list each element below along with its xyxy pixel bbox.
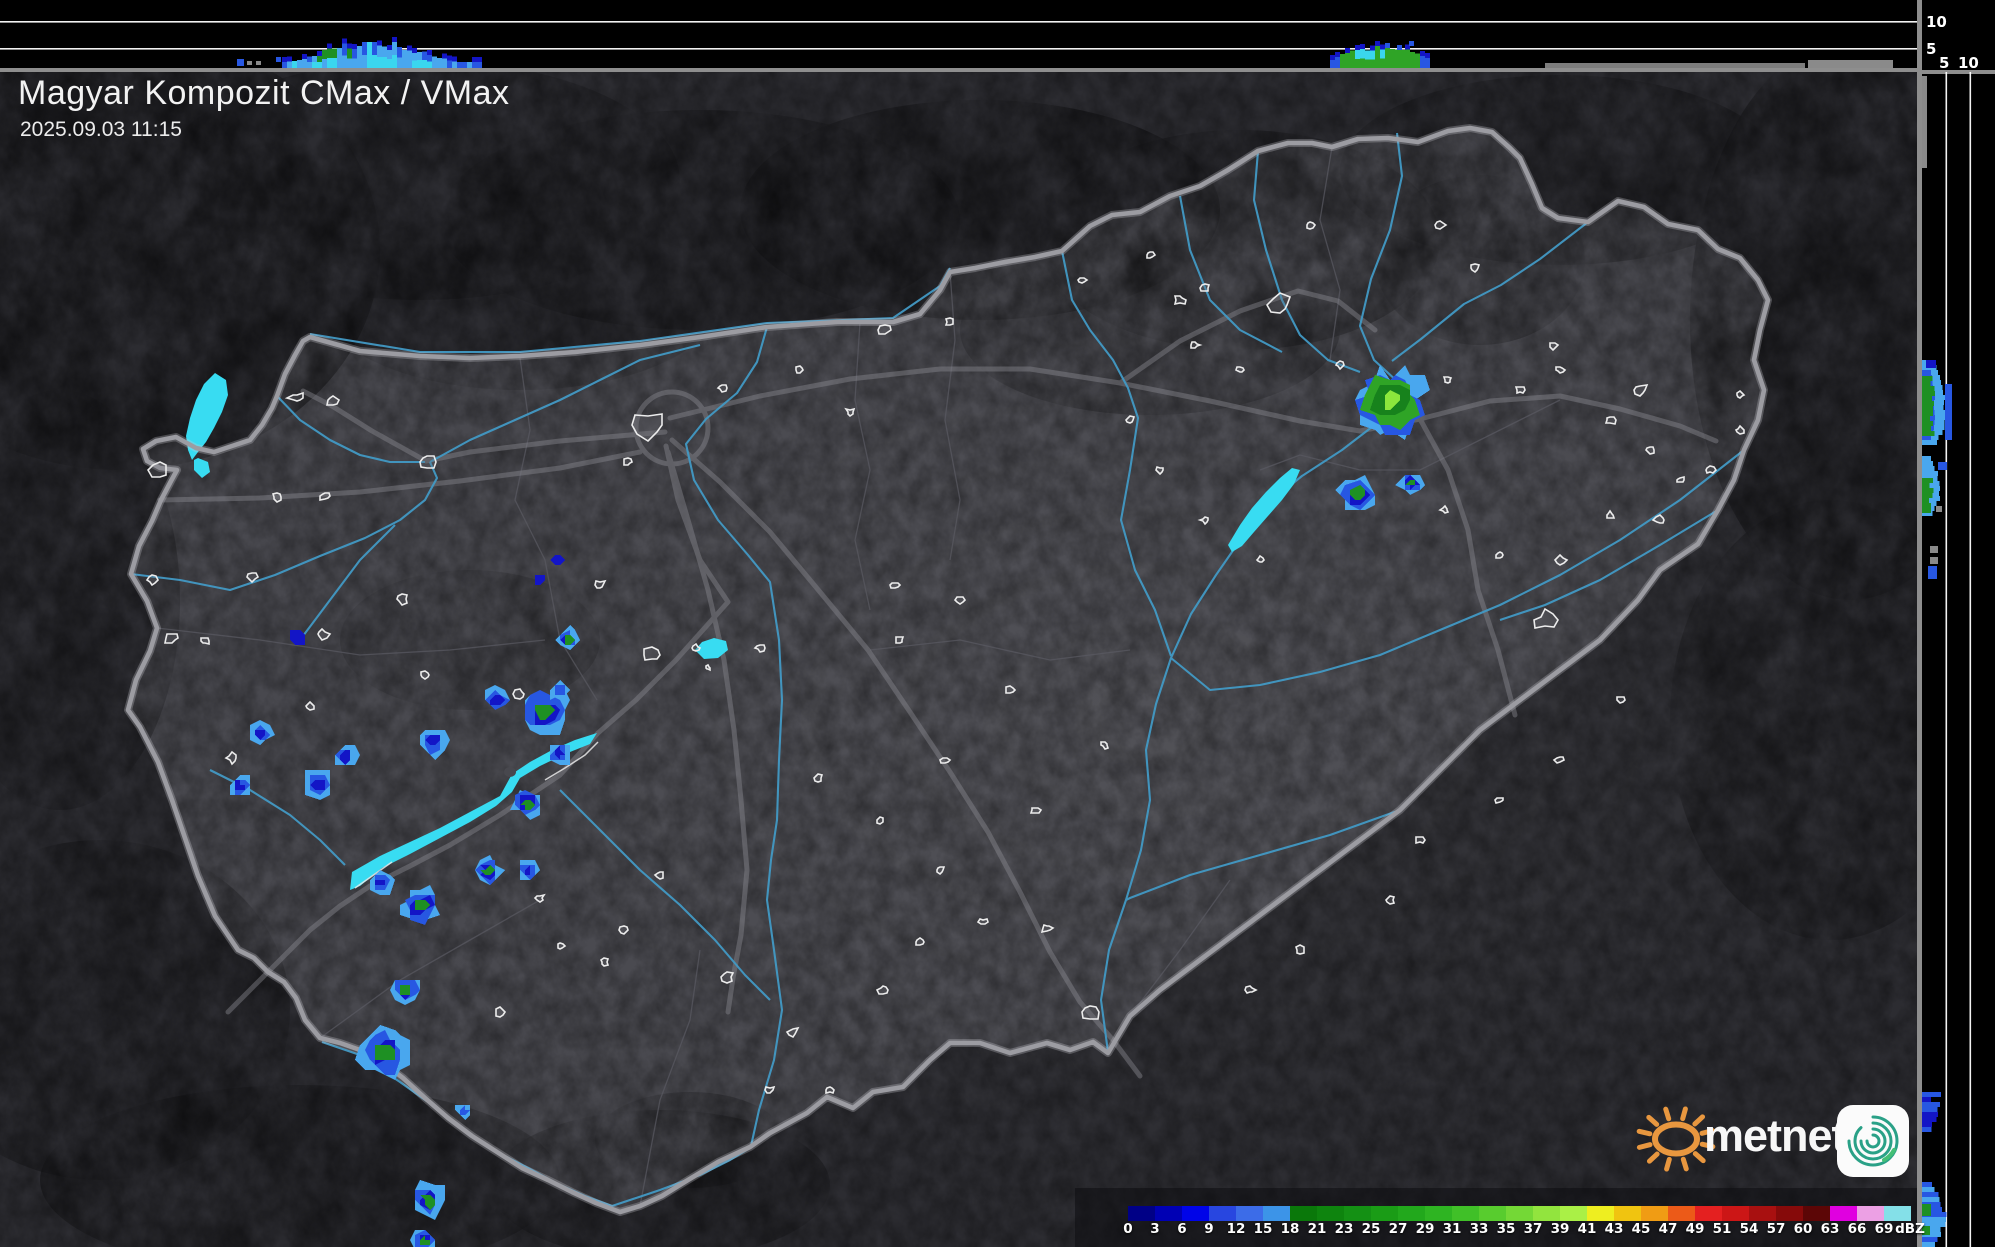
legend-tick-label: 49 [1685, 1221, 1705, 1237]
legend-cell-41 [1587, 1206, 1614, 1221]
legend-cell-0 [1128, 1206, 1155, 1221]
legend-tick-label: 21 [1307, 1221, 1327, 1237]
top-altitude-panel [0, 0, 1917, 72]
legend-tick-label: 43 [1604, 1221, 1624, 1237]
legend-tick-label: 23 [1334, 1221, 1354, 1237]
legend-tick-label: 35 [1496, 1221, 1516, 1237]
legend-cell-45 [1641, 1206, 1668, 1221]
legend-tick-label: 57 [1766, 1221, 1786, 1237]
legend-tick-label: 45 [1631, 1221, 1651, 1237]
legend-cell-47 [1668, 1206, 1695, 1221]
legend-cell-15 [1263, 1206, 1290, 1221]
legend-cell-3 [1155, 1206, 1182, 1221]
legend-cell-43 [1614, 1206, 1641, 1221]
terrain-texture [0, 72, 1917, 1247]
legend-cell-39 [1560, 1206, 1587, 1221]
right-panel-10km-label: 10 [1958, 54, 1979, 72]
right-altitude-panel [1917, 0, 1995, 1247]
legend-cell-29 [1425, 1206, 1452, 1221]
reflectivity-legend: 0 3 6 9 12 15 18 21 23 25 27 29 31 33 35 37 39 41 43 45 47 49… [1075, 1188, 1925, 1247]
legend-cell-12 [1236, 1206, 1263, 1221]
legend-tick-label: 3 [1150, 1221, 1160, 1237]
legend-tick-label: 31 [1442, 1221, 1462, 1237]
legend-tick-label: 47 [1658, 1221, 1678, 1237]
legend-cell-66 [1857, 1206, 1884, 1221]
legend-cell-63 [1830, 1206, 1857, 1221]
legend-tick-label: 51 [1712, 1221, 1732, 1237]
logo-wordmark: metnet [1704, 1110, 1847, 1161]
radar-map-canvas[interactable] [0, 0, 1995, 1247]
legend-tick-label: 27 [1388, 1221, 1408, 1237]
legend-cell-27 [1398, 1206, 1425, 1221]
legend-cell-54 [1749, 1206, 1776, 1221]
legend-cell-49 [1695, 1206, 1722, 1221]
legend-tick-label: 29 [1415, 1221, 1435, 1237]
legend-tick-label: 66 [1847, 1221, 1867, 1237]
legend-tick-label: 54 [1739, 1221, 1759, 1237]
radar-composite-app: Magyar Kompozit CMax / VMax 2025.09.03 1… [0, 0, 1995, 1247]
metnet-app-icon [1837, 1105, 1909, 1177]
legend-tick-label: 0 [1123, 1221, 1133, 1237]
legend-tick-label: 18 [1280, 1221, 1300, 1237]
legend-tick-label: 15 [1253, 1221, 1273, 1237]
legend-cell-35 [1506, 1206, 1533, 1221]
legend-tick-label: 12 [1226, 1221, 1246, 1237]
legend-cell-25 [1371, 1206, 1398, 1221]
legend-tick-label: 33 [1469, 1221, 1489, 1237]
legend-tick-label: 6 [1177, 1221, 1187, 1237]
legend-cell-37 [1533, 1206, 1560, 1221]
legend-cell-21 [1317, 1206, 1344, 1221]
right-panel-5km-label: 5 [1939, 54, 1950, 72]
legend-tick-label: 69 [1874, 1221, 1894, 1237]
legend-cell-18 [1290, 1206, 1317, 1221]
legend-cell-69 [1884, 1206, 1911, 1221]
product-title: Magyar Kompozit CMax / VMax [18, 74, 510, 112]
legend-cell-6 [1182, 1206, 1209, 1221]
legend-tick-label: 63 [1820, 1221, 1840, 1237]
legend-cell-9 [1209, 1206, 1236, 1221]
legend-unit-label: dBZ [1895, 1221, 1925, 1237]
legend-cell-33 [1479, 1206, 1506, 1221]
map-layers [0, 72, 1917, 1247]
legend-tick-label: 39 [1550, 1221, 1570, 1237]
legend-tick-label: 41 [1577, 1221, 1597, 1237]
legend-tick-label: 9 [1204, 1221, 1214, 1237]
top-panel-5km-label: 5 [1926, 40, 1937, 58]
legend-tick-label: 25 [1361, 1221, 1381, 1237]
metnet-logo: metnet [1628, 1092, 1920, 1184]
product-timestamp: 2025.09.03 11:15 [20, 118, 182, 141]
top-panel-10km-label: 10 [1926, 13, 1947, 31]
legend-cell-60 [1803, 1206, 1830, 1221]
legend-tick-label: 37 [1523, 1221, 1543, 1237]
legend-cell-31 [1452, 1206, 1479, 1221]
legend-cell-23 [1344, 1206, 1371, 1221]
legend-cell-51 [1722, 1206, 1749, 1221]
legend-cell-57 [1776, 1206, 1803, 1221]
legend-tick-label: 60 [1793, 1221, 1813, 1237]
